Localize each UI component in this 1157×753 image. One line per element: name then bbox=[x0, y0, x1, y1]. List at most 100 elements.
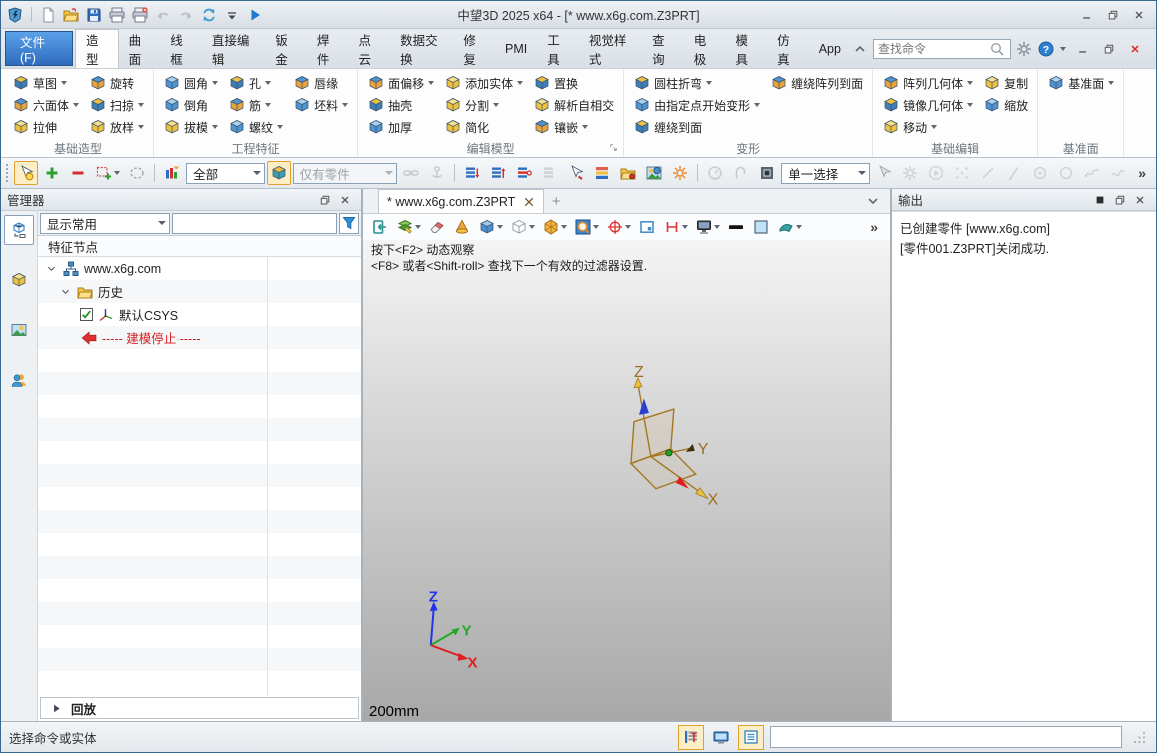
ribbon-item-chamfer[interactable]: 倒角 bbox=[158, 94, 223, 116]
titlebar-close-button[interactable] bbox=[1126, 6, 1152, 24]
cursor-gray-button[interactable] bbox=[872, 161, 896, 185]
ribbon-item-shell[interactable]: 抽壳 bbox=[362, 94, 439, 116]
help-dropdown-icon[interactable] bbox=[1060, 47, 1066, 51]
lasso-button[interactable] bbox=[125, 161, 149, 185]
line-diag-button[interactable] bbox=[976, 161, 1000, 185]
ribbon-item-move[interactable]: 移动 bbox=[877, 116, 978, 138]
part-filter-select[interactable]: 仅有零件 bbox=[293, 163, 398, 184]
search-icon[interactable] bbox=[988, 40, 1006, 58]
tab-wireframe[interactable]: 线框 bbox=[160, 29, 202, 68]
section-poly-button[interactable] bbox=[540, 216, 569, 238]
ribbon-item-datum-plane[interactable]: 基准面 bbox=[1042, 72, 1119, 94]
output-close-button[interactable] bbox=[1130, 192, 1150, 208]
tab-surface[interactable]: 曲面 bbox=[119, 29, 161, 68]
titlebar-minimize-button[interactable] bbox=[1074, 6, 1100, 24]
ribbon-item-add-shape[interactable]: 添加实体 bbox=[439, 72, 528, 94]
status-doc-button[interactable] bbox=[738, 725, 764, 750]
tab-data-exchange[interactable]: 数据交换 bbox=[390, 29, 453, 68]
ribbon-item-thicken[interactable]: 加厚 bbox=[362, 116, 439, 138]
ribbon-item-sketch[interactable]: 草图 bbox=[7, 72, 84, 94]
chevron-down-icon[interactable] bbox=[864, 192, 882, 210]
ribbon-item-sweep[interactable]: 扫掠 bbox=[84, 94, 149, 116]
ribbon-item-rib[interactable]: 筋 bbox=[223, 94, 288, 116]
manager-restore-button[interactable] bbox=[315, 192, 335, 208]
line-diag2-button[interactable] bbox=[1002, 161, 1026, 185]
viewport-3d[interactable]: 按下<F2> 动态观察 <F8> 或者<Shift-roll> 查找下一个有效的… bbox=[363, 240, 890, 721]
print-icon[interactable] bbox=[108, 6, 126, 24]
output-maximize-button[interactable] bbox=[1090, 192, 1110, 208]
ribbon-item-copy[interactable]: 复制 bbox=[978, 72, 1033, 94]
ribbon-item-thread[interactable]: 螺纹 bbox=[223, 116, 288, 138]
ribbon-item-simplify[interactable]: 简化 bbox=[439, 116, 528, 138]
tree-expander-icon[interactable] bbox=[44, 263, 58, 274]
ribbon-item-face-offset[interactable]: 面偏移 bbox=[362, 72, 439, 94]
zoom-window-button[interactable] bbox=[572, 216, 601, 238]
ribbon-item-hole[interactable]: 孔 bbox=[223, 72, 288, 94]
file-menu-button[interactable]: 文件(F) bbox=[5, 31, 73, 66]
ribbon-item-draft[interactable]: 拔模 bbox=[158, 116, 223, 138]
tab-simulation[interactable]: 仿真 bbox=[767, 29, 809, 68]
play-icon[interactable] bbox=[246, 6, 264, 24]
ribbon-item-cylindrical-bend[interactable]: 圆柱折弯 bbox=[628, 72, 765, 94]
ribbon-area-minimize-button[interactable] bbox=[1070, 40, 1096, 58]
ribbon-area-close-button[interactable] bbox=[1122, 40, 1148, 58]
tab-direct-edit[interactable]: 直接编辑 bbox=[202, 29, 265, 68]
ribbon-area-restore-button[interactable] bbox=[1096, 40, 1122, 58]
status-input[interactable] bbox=[770, 726, 1122, 748]
part-cone-button[interactable] bbox=[451, 216, 473, 238]
shaded-cube-button[interactable] bbox=[476, 216, 505, 238]
new-file-icon[interactable] bbox=[39, 6, 57, 24]
quick-access-dropdown-icon[interactable] bbox=[223, 6, 241, 24]
view-toolbar-overflow[interactable]: » bbox=[864, 219, 884, 235]
tab-electrode[interactable]: 电极 bbox=[684, 29, 726, 68]
pick-last-cursor-button[interactable] bbox=[564, 161, 588, 185]
tab-pmi[interactable]: PMI bbox=[495, 29, 537, 68]
tab-point-cloud[interactable]: 点云 bbox=[348, 29, 390, 68]
gear-color-button[interactable] bbox=[668, 161, 692, 185]
filter-bars-button[interactable] bbox=[160, 161, 184, 185]
image-view-tab[interactable] bbox=[4, 315, 34, 345]
ribbon-item-wrap-pattern-to-face[interactable]: 缠绕阵列到面 bbox=[765, 72, 868, 94]
ribbon-item-heal-self-intersection[interactable]: 解析自相交 bbox=[528, 94, 619, 116]
wireframe-cube-button[interactable] bbox=[508, 216, 537, 238]
resize-grip[interactable] bbox=[1130, 728, 1148, 746]
filter-scope-select[interactable]: 全部 bbox=[186, 163, 265, 184]
eraser-button[interactable] bbox=[426, 216, 448, 238]
pick-list-gray-button[interactable] bbox=[538, 161, 562, 185]
dialog-launcher-icon[interactable] bbox=[609, 141, 618, 155]
ribbon-item-pattern-geometry[interactable]: 阵列几何体 bbox=[877, 72, 978, 94]
people-tab[interactable] bbox=[4, 365, 34, 395]
ribbon-item-deform-by-point[interactable]: 由指定点开始变形 bbox=[628, 94, 765, 116]
gallery-folder-button[interactable] bbox=[616, 161, 640, 185]
document-tab[interactable]: * www.x6g.com.Z3PRT bbox=[378, 189, 544, 213]
csys-filter-button[interactable] bbox=[267, 161, 291, 185]
output-restore-button[interactable] bbox=[1110, 192, 1130, 208]
overflow-chevrons-icon[interactable]: » bbox=[1132, 165, 1152, 181]
titlebar-restore-button[interactable] bbox=[1100, 6, 1126, 24]
tab-mold[interactable]: 模具 bbox=[725, 29, 767, 68]
tree-item-history-folder[interactable]: 历史 bbox=[38, 280, 361, 303]
chevron-up-icon[interactable] bbox=[851, 40, 869, 58]
ribbon-item-stock[interactable]: 坯料 bbox=[288, 94, 353, 116]
ribbon-item-inlay[interactable]: 镶嵌 bbox=[528, 116, 619, 138]
help-icon[interactable]: ? bbox=[1037, 40, 1055, 58]
replay-section-bar[interactable]: 回放 bbox=[40, 697, 359, 719]
pick-list-all-button[interactable] bbox=[512, 161, 536, 185]
ribbon-item-fillet[interactable]: 圆角 bbox=[158, 72, 223, 94]
ribbon-item-mirror-geometry[interactable]: 镜像几何体 bbox=[877, 94, 978, 116]
funnel-filter-button[interactable] bbox=[339, 213, 359, 234]
spline2-button[interactable] bbox=[1106, 161, 1130, 185]
exit-sketch-button[interactable] bbox=[369, 216, 391, 238]
status-monitor-button[interactable] bbox=[708, 725, 734, 750]
ribbon-item-revolve[interactable]: 旋转 bbox=[84, 72, 149, 94]
status-list-button[interactable] bbox=[678, 725, 704, 750]
circle-button[interactable] bbox=[1054, 161, 1078, 185]
ribbon-item-box[interactable]: 六面体 bbox=[7, 94, 84, 116]
surface-shade-button[interactable] bbox=[775, 216, 804, 238]
black-bar-button[interactable] bbox=[725, 216, 747, 238]
app-logo-icon[interactable] bbox=[6, 6, 24, 24]
tree-checkbox[interactable] bbox=[80, 308, 93, 321]
tab-visual-style[interactable]: 视觉样式 bbox=[579, 29, 642, 68]
redo-icon[interactable] bbox=[177, 6, 195, 24]
print-plus-icon[interactable] bbox=[131, 6, 149, 24]
